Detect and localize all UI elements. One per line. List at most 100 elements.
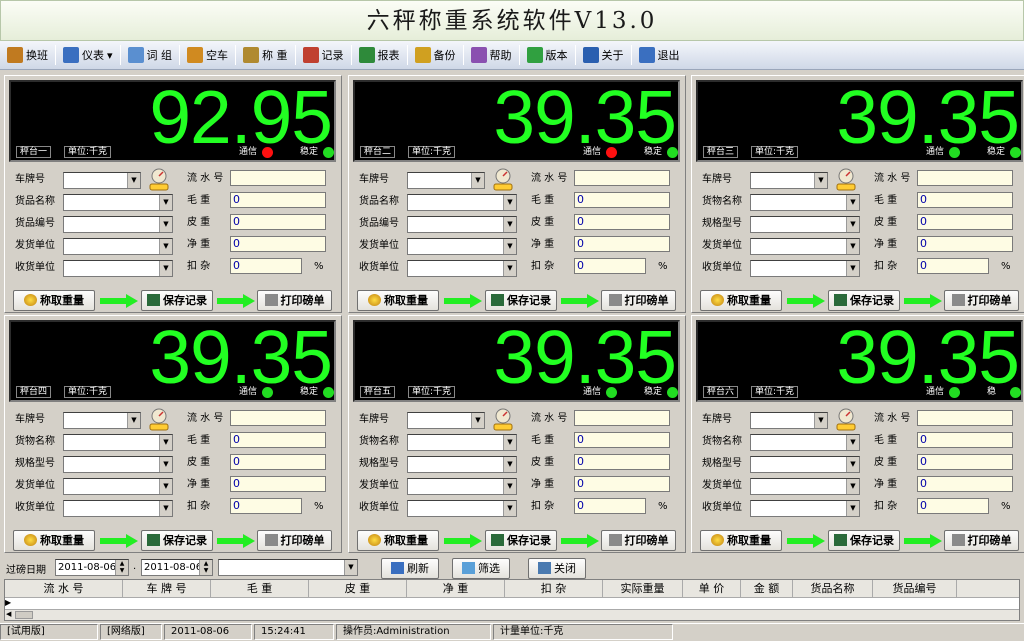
weight-field-2[interactable]: 0 xyxy=(230,214,326,230)
field-combo-2[interactable]: ▼ xyxy=(407,456,517,473)
grid-column-header[interactable]: 皮 重 xyxy=(309,580,407,598)
chevron-down-icon[interactable]: ▼ xyxy=(344,560,357,575)
chevron-down-icon[interactable]: ▼ xyxy=(503,195,516,210)
field-combo-4[interactable]: ▼ xyxy=(407,500,517,517)
weight-field-3[interactable]: 0 xyxy=(574,476,670,492)
grid-column-header[interactable]: 流 水 号 xyxy=(5,580,123,598)
print-ticket-button[interactable]: 打印磅单 xyxy=(601,530,676,551)
weight-field-1[interactable]: 0 xyxy=(230,432,326,448)
grid-column-header[interactable]: 实际重量 xyxy=(603,580,683,598)
date-from-picker[interactable]: 2011-08-06 ▲ ▼ xyxy=(55,559,129,576)
grid-column-header[interactable]: 毛 重 xyxy=(211,580,309,598)
field-combo-4[interactable]: ▼ xyxy=(407,260,517,277)
weigh-button[interactable]: 称取重量 xyxy=(357,530,439,551)
weight-field-2[interactable]: 0 xyxy=(574,214,670,230)
field-combo-0[interactable]: ▼ xyxy=(750,412,828,429)
grid-column-header[interactable]: 车 牌 号 xyxy=(123,580,211,598)
chevron-down-icon[interactable]: ▼ xyxy=(846,501,859,516)
close-button[interactable]: 关闭 xyxy=(528,558,586,579)
field-combo-4[interactable]: ▼ xyxy=(63,260,173,277)
weight-field-4[interactable]: 0 xyxy=(917,258,989,274)
weight-field-4[interactable]: 0 xyxy=(574,498,646,514)
field-combo-0[interactable]: ▼ xyxy=(407,172,485,189)
print-ticket-button[interactable]: 打印磅单 xyxy=(944,290,1019,311)
chevron-down-icon[interactable]: ▼ xyxy=(846,457,859,472)
toolbar-button-5[interactable]: 记录 xyxy=(298,43,349,68)
save-record-button[interactable]: 保存记录 xyxy=(828,290,900,311)
field-combo-2[interactable]: ▼ xyxy=(407,216,517,233)
weight-field-4[interactable]: 0 xyxy=(230,258,302,274)
toolbar-button-4[interactable]: 称 重 xyxy=(238,43,293,68)
weight-field-0[interactable] xyxy=(917,410,1013,426)
chevron-down-icon[interactable]: ▼ xyxy=(846,435,859,450)
chevron-down-icon[interactable]: ▼ xyxy=(846,479,859,494)
chevron-down-icon[interactable]: ▼ xyxy=(503,261,516,276)
scroll-left-icon[interactable]: ◀ xyxy=(6,610,11,618)
grid-column-header[interactable]: 净 重 xyxy=(407,580,505,598)
field-combo-0[interactable]: ▼ xyxy=(750,172,828,189)
chevron-down-icon[interactable]: ▼ xyxy=(127,413,140,428)
chevron-down-icon[interactable]: ▼ xyxy=(846,261,859,276)
weigh-button[interactable]: 称取重量 xyxy=(13,530,95,551)
field-combo-1[interactable]: ▼ xyxy=(407,434,517,451)
field-combo-3[interactable]: ▼ xyxy=(63,478,173,495)
grid-column-header[interactable]: 扣 杂 xyxy=(505,580,603,598)
chevron-down-icon[interactable]: ▼ xyxy=(814,173,827,188)
chevron-down-icon[interactable]: ▼ xyxy=(503,217,516,232)
chevron-down-icon[interactable]: ▼ xyxy=(127,173,140,188)
print-ticket-button[interactable]: 打印磅单 xyxy=(601,290,676,311)
field-combo-3[interactable]: ▼ xyxy=(63,238,173,255)
chevron-down-icon[interactable]: ▼ xyxy=(471,413,484,428)
grid-column-header[interactable]: 货品编号 xyxy=(873,580,957,598)
toolbar-button-7[interactable]: 备份 xyxy=(410,43,461,68)
field-combo-3[interactable]: ▼ xyxy=(750,238,860,255)
weight-field-2[interactable]: 0 xyxy=(574,454,670,470)
refresh-button[interactable]: 刷新 xyxy=(381,558,439,579)
chevron-down-icon[interactable]: ▼ xyxy=(159,457,172,472)
weight-field-3[interactable]: 0 xyxy=(230,236,326,252)
save-record-button[interactable]: 保存记录 xyxy=(141,290,213,311)
field-combo-3[interactable]: ▼ xyxy=(407,238,517,255)
weight-field-3[interactable]: 0 xyxy=(574,236,670,252)
toolbar-button-8[interactable]: 帮助 xyxy=(466,43,517,68)
field-combo-1[interactable]: ▼ xyxy=(750,194,860,211)
weight-field-1[interactable]: 0 xyxy=(574,432,670,448)
toolbar-button-2[interactable]: 词 组 xyxy=(123,43,178,68)
spin-icon[interactable]: ▲ ▼ xyxy=(115,560,128,575)
chevron-down-icon[interactable]: ▼ xyxy=(159,261,172,276)
filter-button[interactable]: 筛选 xyxy=(452,558,510,579)
weight-field-0[interactable] xyxy=(917,170,1013,186)
toolbar-button-3[interactable]: 空车 xyxy=(182,43,233,68)
save-record-button[interactable]: 保存记录 xyxy=(141,530,213,551)
grid-column-header[interactable]: 货品名称 xyxy=(793,580,873,598)
field-combo-3[interactable]: ▼ xyxy=(407,478,517,495)
print-ticket-button[interactable]: 打印磅单 xyxy=(257,290,332,311)
field-combo-3[interactable]: ▼ xyxy=(750,478,860,495)
scale-icon[interactable] xyxy=(834,168,858,192)
weight-field-1[interactable]: 0 xyxy=(917,432,1013,448)
scale-icon[interactable] xyxy=(834,408,858,432)
field-combo-4[interactable]: ▼ xyxy=(750,260,860,277)
toolbar-button-11[interactable]: 退出 xyxy=(634,43,685,68)
weight-field-4[interactable]: 0 xyxy=(574,258,646,274)
toolbar-button-9[interactable]: 版本 xyxy=(522,43,573,68)
weight-field-0[interactable] xyxy=(574,410,670,426)
weigh-button[interactable]: 称取重量 xyxy=(700,530,782,551)
field-combo-2[interactable]: ▼ xyxy=(750,456,860,473)
weight-field-3[interactable]: 0 xyxy=(917,476,1013,492)
weight-field-0[interactable] xyxy=(574,170,670,186)
field-combo-0[interactable]: ▼ xyxy=(63,172,141,189)
field-combo-1[interactable]: ▼ xyxy=(63,194,173,211)
weight-field-1[interactable]: 0 xyxy=(574,192,670,208)
field-combo-1[interactable]: ▼ xyxy=(63,434,173,451)
print-ticket-button[interactable]: 打印磅单 xyxy=(257,530,332,551)
chevron-down-icon[interactable]: ▼ xyxy=(159,479,172,494)
save-record-button[interactable]: 保存记录 xyxy=(485,290,557,311)
weigh-button[interactable]: 称取重量 xyxy=(700,290,782,311)
weight-field-2[interactable]: 0 xyxy=(917,214,1013,230)
chevron-down-icon[interactable]: ▼ xyxy=(159,217,172,232)
chevron-down-icon[interactable]: ▼ xyxy=(159,239,172,254)
scroll-thumb[interactable] xyxy=(15,611,33,619)
weight-field-0[interactable] xyxy=(230,410,326,426)
field-combo-0[interactable]: ▼ xyxy=(63,412,141,429)
